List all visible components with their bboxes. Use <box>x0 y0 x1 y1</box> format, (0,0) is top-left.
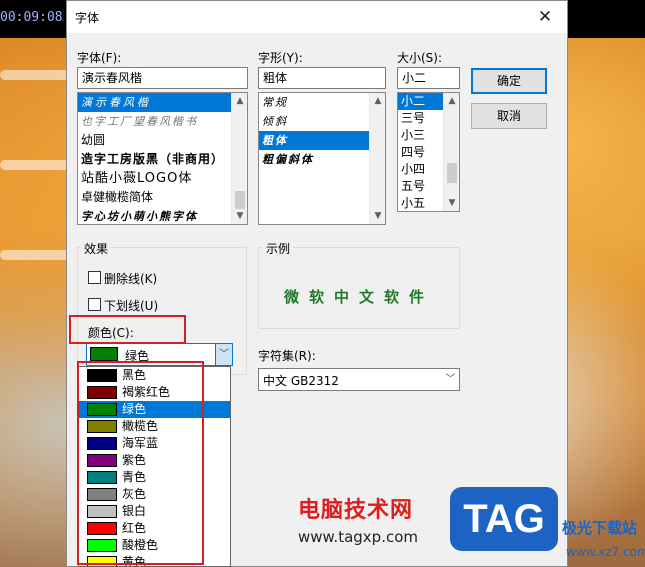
font-list-scrollbar[interactable]: ▲ ▼ <box>231 93 247 224</box>
video-frame-detail <box>0 250 70 260</box>
watermark-site-name: 电脑技术网 <box>298 498 414 523</box>
highlight-color-label <box>69 315 186 344</box>
close-icon[interactable]: ✕ <box>531 5 559 29</box>
charset-label: 字符集(R): <box>258 349 316 363</box>
style-list-item[interactable]: 常规 <box>259 93 385 112</box>
cancel-button[interactable]: 取消 <box>471 103 547 129</box>
font-list[interactable]: 演示春风楷 也字工厂望春风楷书 幼圆 造字工房版黑（非商用） 站酷小薇LOGO体… <box>77 92 248 225</box>
sample-preview-text: 微软中文软件 <box>283 288 434 306</box>
style-list-item[interactable]: 粗偏斜体 <box>259 150 385 169</box>
selected-color-swatch <box>90 347 118 361</box>
watermark-logo-sub: 极光下载站 <box>562 519 638 537</box>
style-list-item[interactable]: 粗体 <box>259 131 385 150</box>
size-label: 大小(S): <box>397 51 443 65</box>
scroll-down-icon[interactable]: ▼ <box>232 208 247 224</box>
chevron-down-icon[interactable]: ﹀ <box>442 369 459 390</box>
scroll-thumb[interactable] <box>447 163 457 183</box>
strikeout-checkbox[interactable] <box>88 271 101 284</box>
font-label: 字体(F): <box>77 51 122 65</box>
sample-group-title: 示例 <box>263 240 294 257</box>
effects-group-title: 效果 <box>81 240 112 257</box>
style-label: 字形(Y): <box>258 51 303 65</box>
strikeout-label[interactable]: 删除线(K) <box>104 270 157 287</box>
font-list-item[interactable]: 也字工厂望春风楷书 <box>78 112 247 131</box>
ok-button[interactable]: 确定 <box>471 68 547 94</box>
style-list-scrollbar[interactable]: ▲ ▼ <box>369 93 385 224</box>
charset-select[interactable]: 中文 GB2312 ﹀ <box>258 368 460 391</box>
style-list-item[interactable]: 倾斜 <box>259 112 385 131</box>
watermark-site-url: www.tagxp.com <box>298 528 418 546</box>
scroll-up-icon[interactable]: ▲ <box>370 93 385 109</box>
scroll-thumb[interactable] <box>235 191 245 209</box>
underline-checkbox[interactable] <box>88 298 101 311</box>
highlight-color-list <box>77 361 204 565</box>
video-frame-detail <box>0 70 70 80</box>
chevron-down-icon[interactable]: ﹀ <box>215 344 232 365</box>
scroll-down-icon[interactable]: ▼ <box>444 195 459 211</box>
sample-group: 微软中文软件 <box>258 247 460 329</box>
scroll-up-icon[interactable]: ▲ <box>232 93 247 109</box>
scroll-down-icon[interactable]: ▼ <box>370 208 385 224</box>
font-list-item[interactable]: 幼圆 <box>78 131 247 150</box>
style-input[interactable]: 粗体 <box>258 67 386 89</box>
charset-select-value: 中文 GB2312 <box>263 374 339 388</box>
watermark-logo-url: www.xz7.com <box>566 545 645 559</box>
font-list-item[interactable]: 字心坊小萌小熊字体 <box>78 207 247 224</box>
video-timecode: 00:09:08 <box>0 10 63 25</box>
tag-logo: TAG <box>450 487 558 551</box>
size-input[interactable]: 小二 <box>397 67 460 89</box>
font-list-item[interactable]: 造字工房版黑（非商用） <box>78 150 247 169</box>
font-list-item[interactable]: 演示春风楷 <box>78 93 247 112</box>
style-list[interactable]: 常规 倾斜 粗体 粗偏斜体 ▲ ▼ <box>258 92 386 225</box>
underline-label[interactable]: 下划线(U) <box>104 297 158 314</box>
dialog-titlebar: 字体 ✕ <box>67 1 567 33</box>
font-list-item[interactable]: 卓健橄榄简体 <box>78 188 247 207</box>
font-input[interactable]: 演示春风楷 <box>77 67 248 89</box>
video-frame-detail <box>0 160 70 170</box>
font-list-item[interactable]: 站酷小薇LOGO体 <box>78 169 247 188</box>
size-list-scrollbar[interactable]: ▲ ▼ <box>443 93 459 211</box>
size-list[interactable]: 小二 三号 小三 四号 小四 五号 小五 ▲ ▼ <box>397 92 460 212</box>
scroll-up-icon[interactable]: ▲ <box>444 93 459 109</box>
dialog-title: 字体 <box>75 11 100 25</box>
